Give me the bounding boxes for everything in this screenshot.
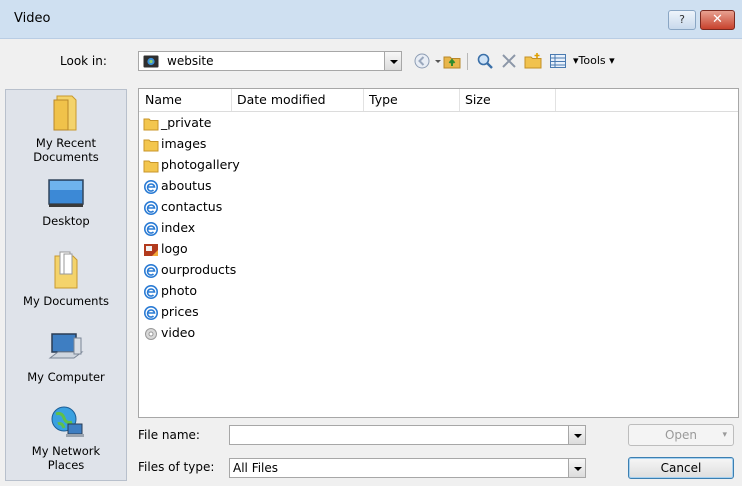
lookin-dropdown[interactable]: website bbox=[138, 51, 402, 71]
html-page-icon bbox=[143, 284, 159, 300]
lookin-value: website bbox=[167, 54, 214, 68]
filename-input[interactable] bbox=[229, 425, 586, 445]
tools-menu[interactable]: ▾Tools ▾ bbox=[573, 54, 615, 67]
title-bar[interactable]: Video ? ✕ bbox=[0, 0, 742, 39]
recent-documents-icon bbox=[53, 95, 77, 131]
network-places-icon bbox=[51, 406, 84, 437]
place-label: Desktop bbox=[42, 214, 90, 228]
my-documents-icon bbox=[54, 251, 78, 289]
place-desktop[interactable]: Desktop bbox=[6, 178, 126, 228]
file-name: photo bbox=[161, 283, 198, 298]
file-name: images bbox=[161, 136, 207, 151]
website-folder-icon bbox=[143, 55, 159, 68]
file-open-dialog: Video ? ✕ Look in: website ▾Tools ▾ My R… bbox=[0, 0, 742, 486]
file-name: index bbox=[161, 220, 196, 235]
filetype-label: Files of type: bbox=[138, 460, 215, 474]
place-label: My Computer bbox=[27, 370, 105, 384]
file-name: prices bbox=[161, 304, 199, 319]
html-page-icon bbox=[143, 179, 159, 195]
file-name: aboutus bbox=[161, 178, 212, 193]
cancel-button[interactable]: Cancel bbox=[628, 457, 734, 479]
open-dropdown-arrow[interactable]: ▾ bbox=[722, 425, 727, 445]
column-header-row: Name Date modified Type Size bbox=[139, 89, 738, 112]
place-recent-documents[interactable]: My Recent Documents bbox=[6, 92, 126, 164]
back-icon[interactable] bbox=[413, 52, 431, 70]
html-page-icon bbox=[143, 200, 159, 216]
window-title: Video bbox=[14, 11, 51, 26]
up-folder-icon[interactable] bbox=[443, 52, 461, 70]
column-divider[interactable] bbox=[231, 89, 232, 111]
open-label: Open bbox=[664, 428, 698, 442]
delete-icon[interactable] bbox=[500, 52, 518, 70]
column-divider[interactable] bbox=[459, 89, 460, 111]
open-button[interactable]: Open ▾ bbox=[628, 424, 734, 446]
column-name[interactable]: Name bbox=[145, 92, 182, 107]
tools-label: Tools bbox=[578, 54, 606, 67]
folder-icon bbox=[143, 116, 159, 132]
my-computer-icon bbox=[48, 333, 84, 359]
filetype-dropdown-arrow[interactable] bbox=[568, 458, 586, 478]
folder-icon bbox=[143, 137, 159, 153]
file-name: _private bbox=[161, 115, 212, 130]
desktop-icon bbox=[48, 179, 84, 207]
file-name: logo bbox=[161, 241, 188, 256]
toolbar-separator bbox=[467, 53, 468, 70]
html-page-icon bbox=[143, 263, 159, 279]
views-icon[interactable] bbox=[549, 52, 567, 70]
lookin-label: Look in: bbox=[60, 54, 107, 68]
back-dropdown-icon[interactable] bbox=[434, 52, 442, 70]
file-name: video bbox=[161, 325, 196, 340]
filetype-select[interactable]: All Files bbox=[229, 458, 586, 478]
column-type[interactable]: Type bbox=[369, 92, 398, 107]
place-label: My Documents bbox=[23, 294, 109, 308]
place-my-documents[interactable]: My Documents bbox=[6, 250, 126, 308]
place-label: My Recent Documents bbox=[33, 136, 99, 164]
folder-icon bbox=[143, 158, 159, 174]
help-button[interactable]: ? bbox=[668, 10, 696, 30]
filename-label: File name: bbox=[138, 428, 200, 442]
place-network-places[interactable]: My Network Places bbox=[6, 404, 126, 472]
dialog-body: Look in: website ▾Tools ▾ My Recent Docu… bbox=[0, 39, 742, 486]
html-page-icon bbox=[143, 305, 159, 321]
place-label: My Network Places bbox=[31, 444, 101, 472]
place-my-computer[interactable]: My Computer bbox=[6, 332, 126, 384]
column-size[interactable]: Size bbox=[465, 92, 491, 107]
column-date-modified[interactable]: Date modified bbox=[237, 92, 326, 107]
file-name: ourproducts bbox=[161, 262, 237, 277]
image-file-icon bbox=[143, 242, 159, 258]
filename-dropdown-arrow[interactable] bbox=[568, 425, 586, 445]
lookin-dropdown-arrow[interactable] bbox=[384, 51, 402, 71]
cancel-label: Cancel bbox=[660, 461, 702, 475]
places-bar: My Recent Documents Desktop My Documents bbox=[5, 89, 127, 481]
html-page-icon bbox=[143, 221, 159, 237]
video-file-icon bbox=[143, 326, 159, 342]
column-divider[interactable] bbox=[555, 89, 556, 111]
file-name: contactus bbox=[161, 199, 223, 214]
close-button[interactable]: ✕ bbox=[700, 10, 735, 30]
column-divider[interactable] bbox=[363, 89, 364, 111]
filetype-value: All Files bbox=[233, 461, 279, 475]
file-name: photogallery bbox=[161, 157, 240, 172]
search-web-icon[interactable] bbox=[476, 52, 494, 70]
new-folder-icon[interactable] bbox=[524, 52, 542, 70]
file-list[interactable]: Name Date modified Type Size _privateima… bbox=[138, 88, 739, 418]
